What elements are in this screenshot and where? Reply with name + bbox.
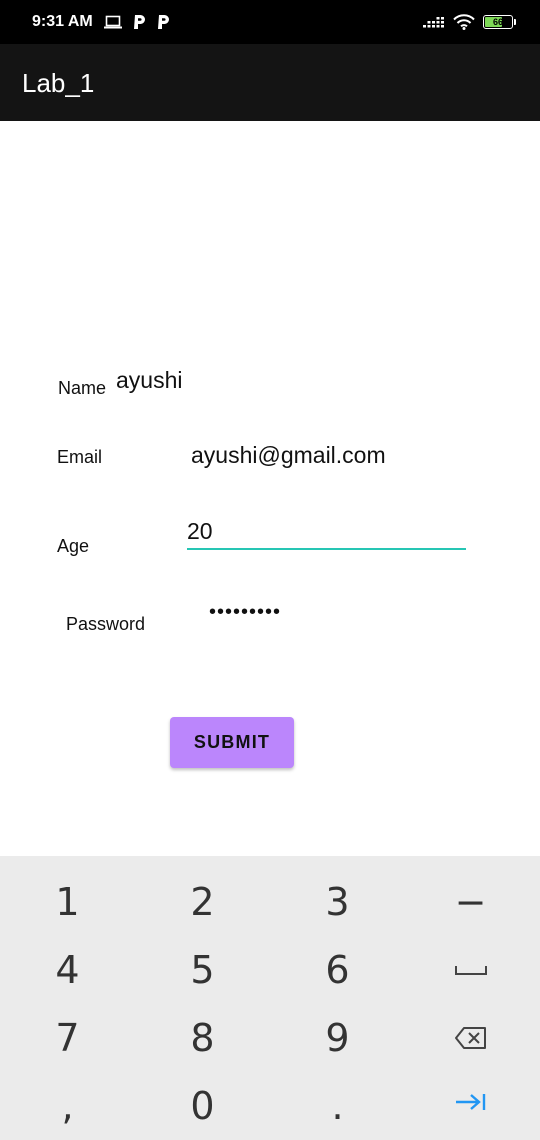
app-title: Lab_1 xyxy=(22,68,95,98)
key-9[interactable]: 9 xyxy=(270,1004,405,1072)
key-7[interactable]: 7 xyxy=(0,1004,135,1072)
backspace-icon xyxy=(454,1027,486,1049)
key-enter[interactable] xyxy=(403,1068,538,1136)
space-icon xyxy=(454,966,487,975)
laptop-icon xyxy=(104,15,122,29)
enter-icon xyxy=(455,1094,485,1110)
submit-button[interactable]: SUBMIT xyxy=(170,717,294,768)
p-icon xyxy=(134,15,145,29)
status-time: 9:31 AM xyxy=(32,13,93,30)
numeric-keyboard: 1 2 3 − 4 5 6 7 8 9 , 0 . xyxy=(0,856,540,1140)
battery-icon: 66 xyxy=(483,15,513,29)
key-4[interactable]: 4 xyxy=(0,936,135,1004)
key-comma[interactable]: , xyxy=(0,1072,135,1140)
password-label: Password xyxy=(66,614,146,634)
key-space[interactable] xyxy=(403,936,538,1004)
key-0[interactable]: 0 xyxy=(135,1072,270,1140)
status-system-icons: 66 xyxy=(423,12,516,32)
key-3[interactable]: 3 xyxy=(270,868,405,936)
battery-tip xyxy=(514,19,516,25)
key-5[interactable]: 5 xyxy=(135,936,270,1004)
age-field-underline xyxy=(187,548,466,550)
status-notification-icons xyxy=(104,13,170,31)
battery-level: 66 xyxy=(492,17,503,27)
key-2[interactable]: 2 xyxy=(135,868,270,936)
key-backspace[interactable] xyxy=(403,1004,538,1072)
wifi-icon xyxy=(453,14,475,30)
age-field[interactable]: 20 xyxy=(187,517,213,545)
name-label: Name xyxy=(58,378,107,398)
key-period[interactable]: . xyxy=(270,1072,405,1140)
key-8[interactable]: 8 xyxy=(135,1004,270,1072)
name-field[interactable]: ayushi xyxy=(116,366,182,394)
key-6[interactable]: 6 xyxy=(270,936,405,1004)
email-label: Email xyxy=(57,447,103,467)
key-1[interactable]: 1 xyxy=(0,868,135,936)
key-minus[interactable]: − xyxy=(403,868,538,936)
p-icon xyxy=(158,15,169,29)
app-bar: Lab_1 xyxy=(0,44,540,121)
signal-icon xyxy=(423,17,444,28)
email-field[interactable]: ayushi@gmail.com xyxy=(191,441,386,469)
password-field[interactable]: ••••••••• xyxy=(209,600,281,624)
status-bar: 9:31 AM 66 xyxy=(0,0,540,44)
age-label: Age xyxy=(57,536,90,556)
